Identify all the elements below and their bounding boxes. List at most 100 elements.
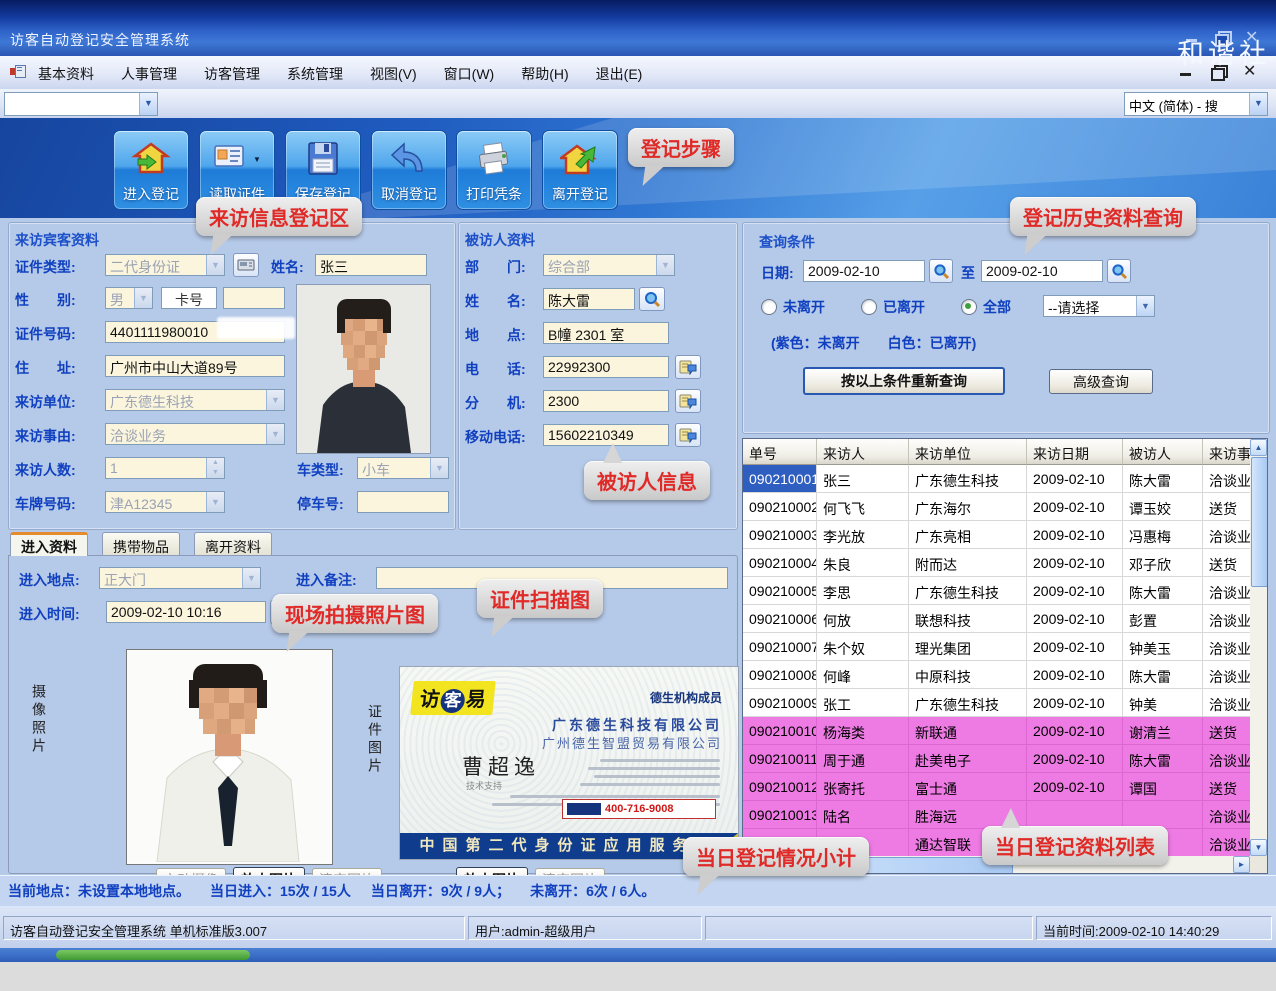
table-cell[interactable]: 杨海类: [817, 717, 909, 745]
table-cell[interactable]: 090210010: [743, 717, 817, 745]
entry-location-select[interactable]: 正大门 ▼: [99, 567, 261, 589]
chevron-down-icon[interactable]: ▼: [1249, 93, 1267, 115]
table-cell[interactable]: 广东德生科技: [909, 577, 1027, 605]
table-cell[interactable]: 090210005: [743, 577, 817, 605]
table-row[interactable]: 090210004朱良附而达2009-02-10邓子欣送货: [743, 549, 1267, 577]
col-header-visitor[interactable]: 来访人: [817, 439, 909, 465]
status-filter-select[interactable]: --请选择 ▼: [1043, 295, 1155, 317]
table-cell[interactable]: 090210007: [743, 633, 817, 661]
table-cell[interactable]: 广东德生科技: [909, 689, 1027, 717]
col-header-date[interactable]: 来访日期: [1027, 439, 1123, 465]
tab-entry-info[interactable]: 进入资料: [10, 532, 88, 556]
menu-item-hr[interactable]: 人事管理: [121, 64, 177, 84]
table-cell[interactable]: 李思: [817, 577, 909, 605]
table-cell[interactable]: 2009-02-10: [1027, 521, 1123, 549]
plate-no-select[interactable]: 津A12345 ▼: [105, 491, 225, 513]
table-row[interactable]: 090210010杨海类新联通2009-02-10谢清兰送货: [743, 717, 1267, 745]
people-count-stepper[interactable]: 1 ▲▼: [105, 457, 225, 479]
gender-select[interactable]: 男 ▼: [105, 287, 153, 309]
visitor-name-input[interactable]: 张三: [315, 254, 427, 276]
table-cell[interactable]: 090210004: [743, 549, 817, 577]
table-cell[interactable]: 090210003: [743, 521, 817, 549]
table-cell[interactable]: [1027, 801, 1123, 829]
table-cell[interactable]: 090210009: [743, 689, 817, 717]
table-cell[interactable]: 陈大雷: [1123, 577, 1203, 605]
date-from-input[interactable]: 2009-02-10: [803, 260, 925, 282]
dial-phone-button[interactable]: [675, 355, 701, 379]
table-cell[interactable]: 广东海尔: [909, 493, 1027, 521]
requery-button[interactable]: 按以上条件重新查询: [803, 367, 1005, 395]
company-select[interactable]: 广东德生科技 ▼: [105, 389, 285, 411]
table-cell[interactable]: 朱良: [817, 549, 909, 577]
menu-item-basic[interactable]: 基本资料: [38, 64, 94, 84]
table-row[interactable]: 090210006何放联想科技2009-02-10彭置洽谈业务: [743, 605, 1267, 633]
table-cell[interactable]: 彭置: [1123, 605, 1203, 633]
table-cell[interactable]: 赴美电子: [909, 745, 1027, 773]
ext-input[interactable]: 2300: [543, 390, 669, 412]
phone-input[interactable]: 22992300: [543, 356, 669, 378]
table-cell[interactable]: 090210006: [743, 605, 817, 633]
card-reader-button[interactable]: [233, 253, 259, 277]
table-cell[interactable]: 周于通: [817, 745, 909, 773]
table-row[interactable]: 090210003李光放广东亮相2009-02-10冯惠梅洽谈业务: [743, 521, 1267, 549]
table-cell[interactable]: 陆名: [817, 801, 909, 829]
parking-no-input[interactable]: [357, 491, 449, 513]
tab-carried-items[interactable]: 携带物品: [102, 532, 180, 556]
advanced-query-button[interactable]: 高级查询: [1049, 369, 1153, 394]
leave-register-button[interactable]: 离开登记: [542, 130, 618, 210]
menu-item-view[interactable]: 视图(V): [370, 64, 417, 84]
vscroll-thumb[interactable]: [1251, 457, 1268, 587]
table-cell[interactable]: 陈大雷: [1123, 661, 1203, 689]
menu-item-system[interactable]: 系统管理: [287, 64, 343, 84]
menu-item-window[interactable]: 窗口(W): [444, 64, 495, 84]
table-cell[interactable]: 陈大雷: [1123, 745, 1203, 773]
table-cell[interactable]: 陈大雷: [1123, 465, 1203, 493]
table-cell[interactable]: 090210002: [743, 493, 817, 521]
table-cell[interactable]: 李光放: [817, 521, 909, 549]
table-cell[interactable]: 090210001: [743, 465, 817, 493]
table-cell[interactable]: 广东德生科技: [909, 465, 1027, 493]
tab-leave-info[interactable]: 离开资料: [194, 532, 272, 556]
table-cell[interactable]: 联想科技: [909, 605, 1027, 633]
date-to-input[interactable]: 2009-02-10: [981, 260, 1103, 282]
table-row[interactable]: 090210012张寄托富士通2009-02-10谭国送货: [743, 773, 1267, 801]
mobile-input[interactable]: 15602210349: [543, 424, 669, 446]
vehicle-type-select[interactable]: 小车 ▼: [357, 457, 449, 479]
table-cell[interactable]: 2009-02-10: [1027, 717, 1123, 745]
table-cell[interactable]: 090210012: [743, 773, 817, 801]
table-cell[interactable]: 谭玉姣: [1123, 493, 1203, 521]
table-cell[interactable]: 附而达: [909, 549, 1027, 577]
table-cell[interactable]: 2009-02-10: [1027, 633, 1123, 661]
chevron-down-icon[interactable]: ▼: [139, 93, 157, 115]
table-cell[interactable]: 2009-02-10: [1027, 745, 1123, 773]
table-cell[interactable]: 何放: [817, 605, 909, 633]
col-header-visited[interactable]: 被访人: [1123, 439, 1203, 465]
table-row[interactable]: 090210008何峰中原科技2009-02-10陈大雷洽谈业务: [743, 661, 1267, 689]
visited-name-input[interactable]: 陈大雷: [543, 288, 635, 310]
col-header-order-no[interactable]: 单号: [743, 439, 817, 465]
table-cell[interactable]: 2009-02-10: [1027, 549, 1123, 577]
menu-item-visitor[interactable]: 访客管理: [204, 64, 260, 84]
table-cell[interactable]: 新联通: [909, 717, 1027, 745]
table-cell[interactable]: 广东亮相: [909, 521, 1027, 549]
radio-not-left[interactable]: 未离开: [761, 297, 825, 317]
table-cell[interactable]: 中原科技: [909, 661, 1027, 689]
table-cell[interactable]: 邓子欣: [1123, 549, 1203, 577]
spinner-arrows-icon[interactable]: ▲▼: [206, 458, 224, 478]
print-slip-button[interactable]: 打印凭条: [456, 130, 532, 210]
reason-select[interactable]: 洽谈业务 ▼: [105, 423, 285, 445]
date-from-picker-button[interactable]: [929, 259, 953, 283]
table-cell[interactable]: 冯惠梅: [1123, 521, 1203, 549]
table-cell[interactable]: 090210011: [743, 745, 817, 773]
table-row[interactable]: 090210002何飞飞广东海尔2009-02-10谭玉姣送货: [743, 493, 1267, 521]
language-bar[interactable]: 中文 (简体) - 搜 ▼: [1124, 92, 1268, 116]
menu-item-help[interactable]: 帮助(H): [521, 64, 568, 84]
location-input[interactable]: B幢 2301 室: [543, 322, 669, 344]
lookup-person-button[interactable]: [639, 287, 665, 311]
table-cell[interactable]: 2009-02-10: [1027, 605, 1123, 633]
enter-register-button[interactable]: 进入登记: [113, 130, 189, 210]
table-cell[interactable]: 2009-02-10: [1027, 661, 1123, 689]
table-cell[interactable]: 理光集团: [909, 633, 1027, 661]
menu-item-exit[interactable]: 退出(E): [596, 64, 643, 84]
col-header-company[interactable]: 来访单位: [909, 439, 1027, 465]
